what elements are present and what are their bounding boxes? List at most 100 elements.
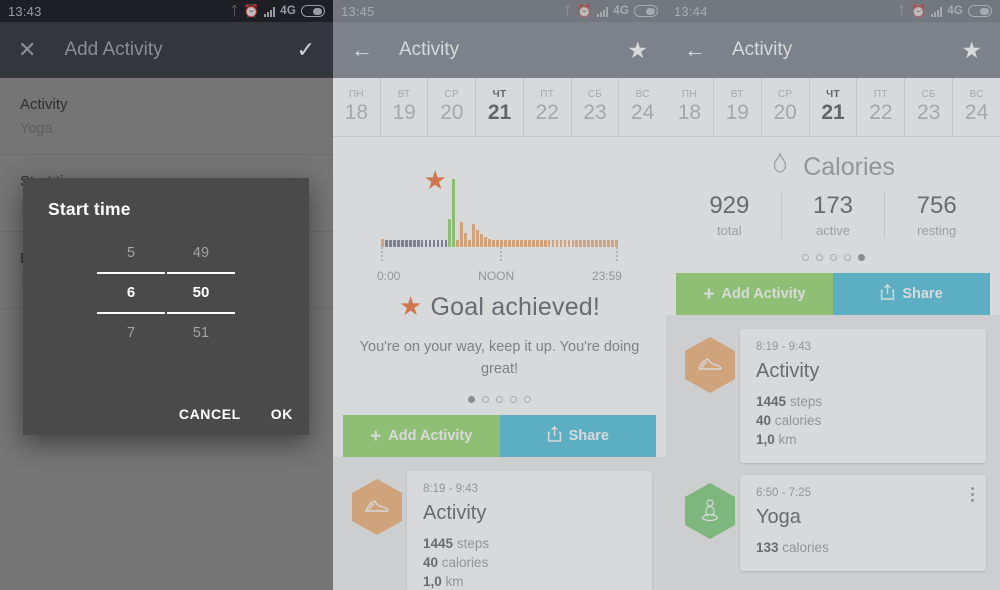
- check-icon[interactable]: ✓: [297, 39, 315, 61]
- date-cell-23[interactable]: СБ 23: [570, 78, 619, 136]
- chart-bar: [547, 239, 551, 247]
- time-picker[interactable]: 5 6 7 49 50 51: [23, 234, 309, 352]
- add-activity-button[interactable]: + Add Activity: [343, 415, 500, 457]
- field-activity-value: Yoga: [20, 121, 53, 137]
- pager-dot[interactable]: [496, 396, 503, 403]
- activity-card[interactable]: 6:50 - 7:25 Yoga 133 calories: [740, 475, 986, 571]
- activity-card[interactable]: 8:19 - 9:43 Activity 1445 steps 40 calor…: [407, 471, 652, 590]
- pager-dot[interactable]: [843, 254, 851, 261]
- calories-total: 929 total: [678, 192, 781, 238]
- date-cell-18[interactable]: ПН 18: [666, 78, 713, 136]
- status-icons: ᛏ ⏰ 4G: [898, 4, 992, 19]
- date-cell-18[interactable]: ПН 18: [333, 78, 380, 136]
- date-cell-21[interactable]: ЧТ 21: [808, 78, 857, 136]
- chart-bar: [468, 239, 472, 247]
- minute-picker[interactable]: 49 50 51: [166, 234, 236, 352]
- hour-selected[interactable]: 6: [96, 274, 166, 312]
- chart-bar: [396, 239, 400, 247]
- page-title: Activity: [732, 39, 793, 60]
- ok-button[interactable]: OK: [271, 406, 293, 422]
- cancel-button[interactable]: CANCEL: [179, 406, 241, 422]
- pager-dot[interactable]: [815, 254, 823, 261]
- date-cell-23[interactable]: СБ 23: [904, 78, 952, 136]
- start-time-dialog: Start time 5 6 7 49 50 51 CANCEL OK: [23, 178, 309, 435]
- yoga-icon: [685, 483, 735, 539]
- date-cell-20[interactable]: СР 20: [760, 78, 809, 136]
- three-phone-screenshots: 13:43 ᛏ ⏰ 4G ✕ Add Activity ✓ Activity Y…: [0, 0, 1000, 590]
- date-cell-22[interactable]: ПТ 22: [522, 78, 571, 136]
- page-title: Add Activity: [64, 39, 163, 60]
- plus-icon: +: [370, 425, 382, 447]
- star-icon[interactable]: ★: [627, 38, 648, 62]
- date-cell-19[interactable]: ВТ 19: [712, 78, 761, 136]
- date-cell-21[interactable]: ЧТ 21: [475, 78, 523, 136]
- calories-resting-label: resting: [917, 223, 957, 238]
- date-number: 24: [964, 101, 989, 124]
- card-icon-wrap: [680, 475, 740, 539]
- calories-resting: 756 resting: [884, 192, 988, 238]
- date-dow: ПТ: [540, 89, 555, 100]
- date-cell-22[interactable]: ПТ 22: [856, 78, 904, 136]
- pager-dot[interactable]: [857, 254, 865, 261]
- chart-bar: [599, 239, 603, 247]
- activity-feed: 8:19 - 9:43 Activity 1445 steps 40 calor…: [666, 315, 1000, 590]
- chart-axis-labels: 0:00 NOON 23:59: [377, 269, 622, 283]
- date-number: 21: [821, 101, 845, 124]
- list-item[interactable]: 8:19 - 9:43 Activity 1445 steps 40 calor…: [333, 471, 666, 590]
- minute-prev[interactable]: 49: [166, 234, 236, 272]
- date-number: 23: [583, 101, 607, 124]
- pager-dot[interactable]: [801, 254, 809, 261]
- pager-dot[interactable]: [829, 254, 837, 261]
- pager-dot[interactable]: [468, 396, 475, 403]
- date-cell-19[interactable]: ВТ 19: [379, 78, 428, 136]
- card-title: Activity: [423, 502, 487, 524]
- chart-bars: [381, 177, 618, 247]
- network-label: 4G: [613, 5, 629, 17]
- chart-bar: [420, 239, 424, 247]
- chart-bar: [500, 239, 503, 247]
- share-label: Share: [902, 286, 943, 302]
- pager-dots[interactable]: [333, 396, 666, 403]
- chart-bar: [448, 218, 452, 247]
- date-number: 20: [440, 101, 464, 124]
- star-icon[interactable]: ★: [961, 38, 982, 62]
- calories-active-label: active: [816, 223, 850, 238]
- hour-next[interactable]: 7: [96, 314, 166, 352]
- minute-selected[interactable]: 50: [166, 274, 236, 312]
- share-button[interactable]: Share: [833, 273, 990, 315]
- pager-dot[interactable]: [524, 396, 531, 403]
- hour-prev[interactable]: 5: [96, 234, 166, 272]
- share-button[interactable]: Share: [499, 415, 656, 457]
- chart-bar: [519, 239, 523, 247]
- field-activity[interactable]: Activity Yoga: [0, 78, 333, 155]
- pager-dot[interactable]: [510, 396, 517, 403]
- minute-next[interactable]: 51: [166, 314, 236, 352]
- chart-bar: [384, 239, 388, 247]
- close-icon[interactable]: ✕: [18, 39, 36, 61]
- back-arrow-icon[interactable]: ←: [684, 39, 706, 61]
- date-number: 22: [535, 101, 559, 124]
- calories-total-value: 929: [709, 192, 750, 219]
- kebab-menu-icon[interactable]: [971, 487, 974, 505]
- phone-panel-add-activity: 13:43 ᛏ ⏰ 4G ✕ Add Activity ✓ Activity Y…: [0, 0, 333, 590]
- axis-label-noon: NOON: [478, 269, 515, 283]
- goal-block: ★ Goal achieved! You're on your way, keep…: [333, 289, 666, 380]
- share-label: Share: [568, 428, 609, 444]
- date-cell-20[interactable]: СР 20: [427, 78, 475, 136]
- date-cell-24[interactable]: ВС 24: [618, 78, 666, 136]
- pager-dot[interactable]: [482, 396, 489, 403]
- pager-dots[interactable]: [666, 254, 1000, 261]
- bluetooth-icon: ᛏ: [563, 4, 572, 18]
- calories-total-label: total: [717, 223, 742, 238]
- app-bar: ✕ Add Activity ✓: [0, 22, 333, 78]
- add-activity-button[interactable]: + Add Activity: [676, 273, 833, 315]
- activity-card[interactable]: 8:19 - 9:43 Activity 1445 steps 40 calor…: [740, 329, 986, 463]
- list-item[interactable]: 6:50 - 7:25 Yoga 133 calories: [666, 475, 1000, 583]
- back-arrow-icon[interactable]: ←: [351, 39, 373, 61]
- list-item[interactable]: 8:19 - 9:43 Activity 1445 steps 40 calor…: [666, 329, 1000, 475]
- hour-picker[interactable]: 5 6 7: [96, 234, 166, 352]
- date-cell-24[interactable]: ВС 24: [952, 78, 1000, 136]
- chart-bar: [567, 239, 571, 247]
- stat-unit: calories: [774, 413, 822, 428]
- add-activity-label: Add Activity: [388, 428, 473, 444]
